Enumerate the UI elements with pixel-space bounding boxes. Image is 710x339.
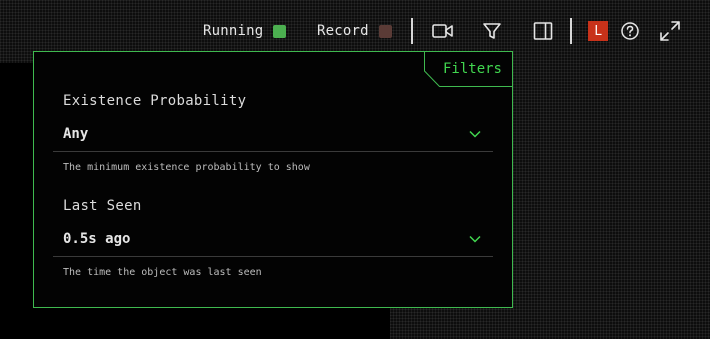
video-camera-icon bbox=[432, 24, 453, 38]
app-stage: Running Record L Filters Existence Proba… bbox=[0, 0, 710, 339]
filter-button[interactable] bbox=[477, 16, 507, 46]
last-seen-label: Last Seen bbox=[63, 198, 142, 214]
help-button[interactable] bbox=[615, 16, 645, 46]
filter-icon bbox=[483, 23, 501, 39]
record-status[interactable]: Record bbox=[317, 14, 392, 48]
user-initial: L bbox=[588, 21, 608, 41]
help-icon bbox=[621, 22, 639, 40]
toolbar-divider bbox=[570, 18, 572, 44]
fullscreen-button[interactable] bbox=[655, 16, 685, 46]
record-label: Record bbox=[317, 23, 369, 39]
top-toolbar: Running Record L bbox=[0, 14, 710, 48]
toolbar-divider bbox=[411, 18, 413, 44]
running-status[interactable]: Running bbox=[203, 14, 287, 48]
last-seen-helper: The time the object was last seen bbox=[63, 267, 262, 278]
user-avatar[interactable]: L bbox=[588, 21, 608, 41]
existence-probability-helper: The minimum existence probability to sho… bbox=[63, 162, 310, 173]
last-seen-value: 0.5s ago bbox=[63, 231, 131, 247]
filters-tab-label: Filters bbox=[442, 61, 502, 77]
filters-panel: Filters Existence Probability Any The mi… bbox=[33, 51, 513, 308]
chevron-down-icon bbox=[469, 130, 481, 138]
existence-probability-label: Existence Probability bbox=[63, 93, 247, 109]
record-indicator bbox=[378, 24, 392, 38]
sidebar-toggle-button[interactable] bbox=[528, 16, 558, 46]
existence-probability-value: Any bbox=[63, 126, 89, 142]
chevron-down-icon bbox=[469, 235, 481, 243]
filters-tab[interactable]: Filters bbox=[424, 51, 513, 87]
running-indicator bbox=[273, 24, 287, 38]
expand-icon bbox=[660, 21, 680, 41]
sidebar-panel-icon bbox=[533, 22, 553, 40]
last-seen-select[interactable]: 0.5s ago bbox=[53, 223, 493, 257]
video-camera-button[interactable] bbox=[428, 16, 458, 46]
existence-probability-select[interactable]: Any bbox=[53, 118, 493, 152]
running-label: Running bbox=[203, 23, 264, 39]
